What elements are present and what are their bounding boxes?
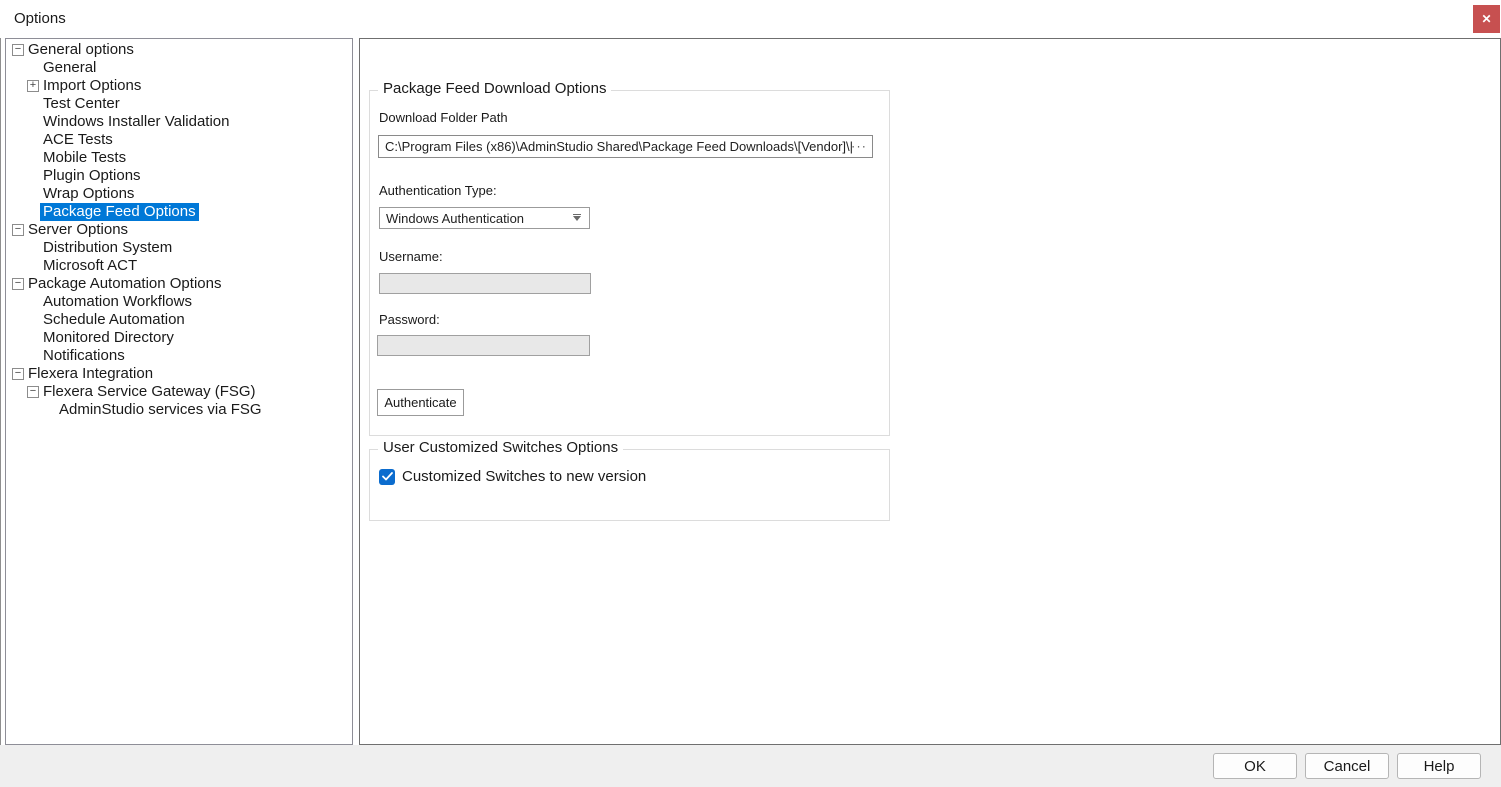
authentication-type-dropdown[interactable]: Windows Authentication: [379, 207, 590, 229]
tree-item-label: Package Feed Options: [40, 203, 199, 221]
download-folder-path-label: Download Folder Path: [379, 110, 508, 125]
chevron-down-icon: [573, 216, 581, 221]
tree-item-label: Wrap Options: [43, 185, 134, 203]
tree-item-label: General: [43, 59, 96, 77]
tree-item-label: AdminStudio services via FSG: [59, 401, 262, 419]
user-customized-switches-group: User Customized Switches Options Customi…: [369, 449, 890, 521]
tree-item-distribution-system[interactable]: Distribution System: [6, 239, 352, 257]
tree-item-windows-installer-validation[interactable]: Windows Installer Validation: [6, 113, 352, 131]
dialog-footer: OK Cancel Help: [0, 745, 1501, 787]
collapse-icon[interactable]: −: [12, 368, 24, 380]
tree-item-label: Windows Installer Validation: [43, 113, 229, 131]
download-folder-path-input[interactable]: C:\Program Files (x86)\AdminStudio Share…: [378, 135, 873, 158]
tree-item-label: ACE Tests: [43, 131, 113, 149]
checkbox-checked-icon[interactable]: [379, 469, 395, 485]
group-title: User Customized Switches Options: [378, 439, 623, 456]
tree-item-label: Microsoft ACT: [43, 257, 137, 275]
tree-item-label: General options: [28, 41, 134, 59]
tree-item-label: Mobile Tests: [43, 149, 126, 167]
tree-item-label: Monitored Directory: [43, 329, 174, 347]
tree-item-microsoft-act[interactable]: Microsoft ACT: [6, 257, 352, 275]
tree-item-general[interactable]: General: [6, 59, 352, 77]
tree-item-label: Automation Workflows: [43, 293, 192, 311]
expand-icon[interactable]: +: [27, 80, 39, 92]
tree-item-general-options[interactable]: −General options: [6, 41, 352, 59]
tree-item-label: Notifications: [43, 347, 125, 365]
group-title: Package Feed Download Options: [378, 80, 611, 97]
ok-button[interactable]: OK: [1213, 753, 1297, 779]
options-dialog: { "window": { "title": "Options", "close…: [0, 0, 1501, 787]
authentication-type-label: Authentication Type:: [379, 183, 497, 198]
tree-item-label: Test Center: [43, 95, 120, 113]
username-input[interactable]: [379, 273, 591, 294]
tree-item-test-center[interactable]: Test Center: [6, 95, 352, 113]
tree-item-label: Import Options: [43, 77, 141, 95]
window-title: Options: [14, 10, 66, 27]
title-bar: Options ✕: [0, 0, 1501, 38]
collapse-icon[interactable]: −: [12, 44, 24, 56]
authenticate-button[interactable]: Authenticate: [377, 389, 464, 416]
browse-ellipsis-icon[interactable]: ···: [851, 138, 867, 153]
tree-item-label: Flexera Service Gateway (FSG): [43, 383, 256, 401]
options-tree: −General optionsGeneral+Import OptionsTe…: [5, 38, 353, 745]
tree-item-label: Plugin Options: [43, 167, 141, 185]
tree-item-schedule-automation[interactable]: Schedule Automation: [6, 311, 352, 329]
tree-item-monitored-directory[interactable]: Monitored Directory: [6, 329, 352, 347]
collapse-icon[interactable]: −: [27, 386, 39, 398]
download-folder-path-value: C:\Program Files (x86)\AdminStudio Share…: [385, 139, 853, 154]
tree-item-label: Server Options: [28, 221, 128, 239]
tree-item-label: Schedule Automation: [43, 311, 185, 329]
cancel-button[interactable]: Cancel: [1305, 753, 1389, 779]
tree-item-wrap-options[interactable]: Wrap Options: [6, 185, 352, 203]
password-label: Password:: [379, 312, 440, 327]
tree-item-flexera-service-gateway-fsg[interactable]: −Flexera Service Gateway (FSG): [6, 383, 352, 401]
tree-item-import-options[interactable]: + Import Options: [6, 77, 352, 95]
collapse-icon[interactable]: −: [12, 278, 24, 290]
tree-item-notifications[interactable]: Notifications: [6, 347, 352, 365]
tree-item-package-feed-options[interactable]: Package Feed Options: [6, 203, 352, 221]
tree-item-plugin-options[interactable]: Plugin Options: [6, 167, 352, 185]
tree-item-label: Package Automation Options: [28, 275, 221, 293]
tree-item-ace-tests[interactable]: ACE Tests: [6, 131, 352, 149]
tree-item-label: Distribution System: [43, 239, 172, 257]
customized-switches-checkbox-row: Customized Switches to new version: [379, 468, 646, 485]
tree-item-automation-workflows[interactable]: Automation Workflows: [6, 293, 352, 311]
close-icon[interactable]: ✕: [1473, 5, 1500, 33]
help-button[interactable]: Help: [1397, 753, 1481, 779]
tree-item-mobile-tests[interactable]: Mobile Tests: [6, 149, 352, 167]
customized-switches-label: Customized Switches to new version: [402, 468, 646, 485]
tree-item-adminstudio-services-via-fsg[interactable]: AdminStudio services via FSG: [6, 401, 352, 419]
tree-item-package-automation-options[interactable]: −Package Automation Options: [6, 275, 352, 293]
username-label: Username:: [379, 249, 443, 264]
authentication-type-value: Windows Authentication: [386, 211, 524, 226]
package-feed-download-options-group: Package Feed Download Options Download F…: [369, 90, 890, 436]
tree-item-server-options[interactable]: −Server Options: [6, 221, 352, 239]
tree-item-flexera-integration[interactable]: −Flexera Integration: [6, 365, 352, 383]
password-input[interactable]: [377, 335, 590, 356]
collapse-icon[interactable]: −: [12, 224, 24, 236]
content-panel: Package Feed Download Options Download F…: [359, 38, 1501, 745]
tree-item-label: Flexera Integration: [28, 365, 153, 383]
